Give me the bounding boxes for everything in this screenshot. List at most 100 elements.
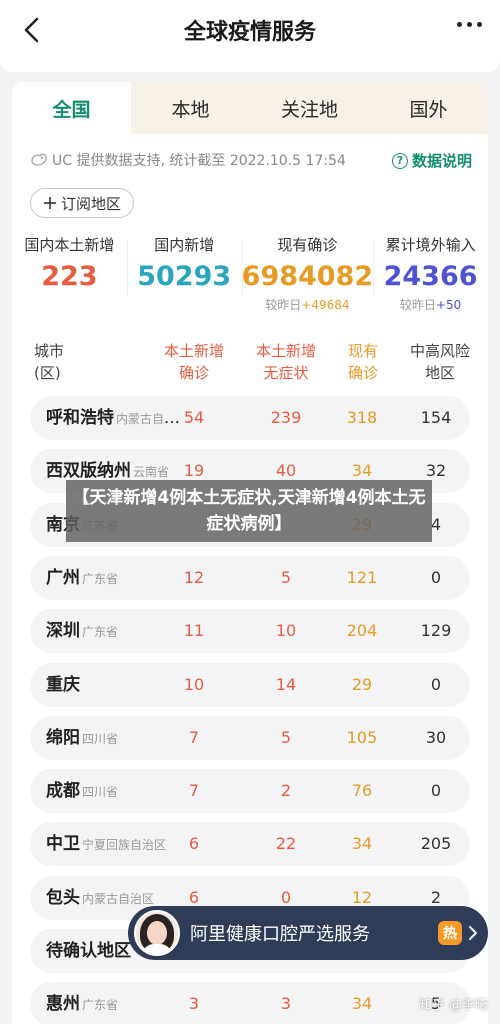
subscribe-region-label: 订阅地区 (61, 194, 122, 213)
overlay-caption-banner: 【天津新增4例本土无症状,天津新增4例本土无症状病例】 (66, 480, 432, 542)
city-name: 中卫 (46, 834, 80, 855)
watermark: 知乎 @李曦 (418, 998, 488, 1013)
table-row[interactable]: 中卫 宁夏回族自治区 6 22 34 205 (30, 822, 470, 867)
city-name: 重庆 (46, 674, 80, 695)
city-name: 绵阳 (46, 727, 80, 748)
column-header-risk-areas: 中高风险 地区 (409, 342, 470, 382)
risk-areas-cell: 0 (430, 567, 442, 587)
dot-icon (457, 22, 462, 27)
current-confirmed-cell: 318 (346, 408, 378, 427)
data-source-line: UC 提供数据支持, 统计截至 2022.10.5 17:54 (30, 150, 346, 170)
stat-value: 50293 (137, 261, 232, 292)
data-source-text: UC 提供数据支持, 统计截至 2022.10.5 17:54 (52, 153, 346, 169)
stat-block: 国内新增 50293 (126, 234, 242, 314)
current-confirmed-cell: 34 (351, 834, 373, 854)
city-name: 呼和浩特 (46, 408, 114, 428)
stat-label: 国内本土新增 (24, 236, 115, 254)
table-row[interactable]: 绵阳 四川省 7 5 105 30 (30, 715, 470, 760)
ad-avatar (134, 910, 180, 956)
local-confirmed-cell: 7 (188, 781, 200, 801)
local-confirmed-cell: 7 (188, 727, 200, 747)
stat-value: 24366 (383, 261, 478, 292)
stat-label: 现有确诊 (277, 236, 338, 254)
local-confirmed-cell: 6 (188, 834, 200, 854)
table-row[interactable]: 广州 广东省 12 5 121 0 (30, 555, 470, 600)
column-header-local-asymptomatic: 本土新增 无症状 (255, 342, 316, 382)
city-name: 待确认地区 (46, 941, 131, 961)
table-row[interactable]: 深圳 广东省 11 10 204 129 (30, 609, 470, 654)
local-asymptomatic-cell: 10 (275, 621, 297, 641)
local-asymptomatic-cell: 14 (275, 674, 297, 694)
tab-3[interactable]: 国外 (369, 82, 488, 134)
local-confirmed-cell: 3 (188, 994, 200, 1014)
table-row[interactable]: 成都 四川省 7 2 76 0 (30, 769, 470, 814)
question-icon: ? (391, 152, 408, 169)
column-header-current-confirmed: 现有 确诊 (347, 342, 378, 382)
province-name: 四川省 (82, 731, 119, 746)
risk-areas-cell: 205 (420, 834, 452, 854)
chevron-right-icon (468, 925, 478, 941)
summary-stats: 国内本土新增 223 国内新增 50293 现有确诊 6984082 较昨日+49684 累计… (12, 234, 488, 314)
stat-change-prefix: 较昨日 (265, 298, 302, 312)
ad-text: 阿里健康口腔严选服务 (190, 924, 370, 945)
local-asymptomatic-cell: 3 (280, 994, 292, 1014)
tab-2[interactable]: 关注地 (250, 82, 369, 134)
current-confirmed-cell: 121 (346, 567, 378, 587)
risk-areas-cell: 0 (430, 674, 442, 694)
local-confirmed-cell: 11 (183, 621, 205, 641)
local-asymptomatic-cell: 5 (280, 727, 292, 747)
table-row[interactable]: 重庆 10 14 29 0 (30, 662, 470, 707)
current-confirmed-cell: 29 (351, 674, 373, 694)
tab-1[interactable]: 本地 (131, 82, 250, 134)
local-asymptomatic-cell: 5 (280, 567, 292, 587)
local-confirmed-cell: 54 (183, 408, 205, 427)
uc-logo-icon (31, 153, 47, 166)
subscribe-region-button[interactable]: 订阅地区 (30, 188, 135, 218)
dot-icon (477, 22, 482, 27)
city-name: 成都 (46, 781, 80, 802)
current-confirmed-cell: 105 (346, 727, 378, 747)
stat-label: 累计境外输入 (385, 236, 476, 254)
current-confirmed-cell: 76 (351, 781, 373, 801)
province-name: 四川省 (82, 785, 119, 800)
province-name: 广东省 (82, 571, 119, 586)
epidemic-data-card: 全国 本地 关注地 国外 UC 提供数据支持, 统计截至 2022.10.5 17:5… (12, 82, 488, 1024)
city-name: 广州 (46, 567, 80, 588)
province-name: 广东省 (82, 625, 119, 640)
column-header-city: 城市 (区) (34, 342, 65, 382)
stat-label: 国内新增 (154, 236, 215, 254)
tab-0[interactable]: 全国 (12, 82, 131, 134)
health-service-ad[interactable]: 阿里健康口腔严选服务 热 (128, 906, 488, 960)
more-options-button[interactable] (457, 22, 482, 27)
column-header-local-confirmed: 本土新增 确诊 (163, 342, 224, 382)
current-confirmed-cell: 204 (346, 621, 378, 641)
table-header: 城市 (区) 本土新增 确诊 本土新增 无症状 现有 确诊 中高风险 地区 (12, 340, 488, 390)
stat-change-value: +49684 (301, 298, 350, 312)
stat-change-prefix: 较昨日 (399, 298, 436, 312)
city-name: 西双版纳州 (46, 461, 131, 482)
local-asymptomatic-cell: 22 (275, 834, 297, 854)
dot-icon (467, 22, 472, 27)
risk-areas-cell: 0 (430, 781, 442, 801)
local-confirmed-cell: 12 (183, 567, 205, 587)
stat-value: 6984082 (241, 261, 374, 292)
plus-icon (44, 197, 56, 209)
city-name: 惠州 (46, 994, 80, 1015)
stat-value: 223 (41, 261, 98, 292)
data-explanation-label: 数据说明 (411, 152, 472, 170)
table-row[interactable]: 惠州 广东省 3 3 34 5 (30, 982, 470, 1024)
current-confirmed-cell: 34 (351, 994, 373, 1014)
risk-areas-cell: 30 (425, 727, 447, 747)
stat-change: 较昨日+49684 (242, 296, 374, 313)
top-navigation-bar: 全球疫情服务 (0, 0, 500, 60)
province-name: 广东省 (82, 998, 119, 1013)
city-name: 深圳 (46, 621, 80, 642)
table-row[interactable]: 呼和浩特 内蒙古自治区 54 239 318 154 (30, 396, 470, 440)
hot-badge: 热 (438, 921, 462, 945)
page-title: 全球疫情服务 (183, 20, 316, 45)
local-confirmed-cell: 10 (183, 674, 205, 694)
stat-block: 国内本土新增 223 (12, 234, 127, 314)
data-explanation-link[interactable]: ? 数据说明 (391, 150, 472, 171)
stat-change-value: +50 (435, 298, 462, 312)
province-name: 内蒙古自治区 (82, 891, 155, 906)
